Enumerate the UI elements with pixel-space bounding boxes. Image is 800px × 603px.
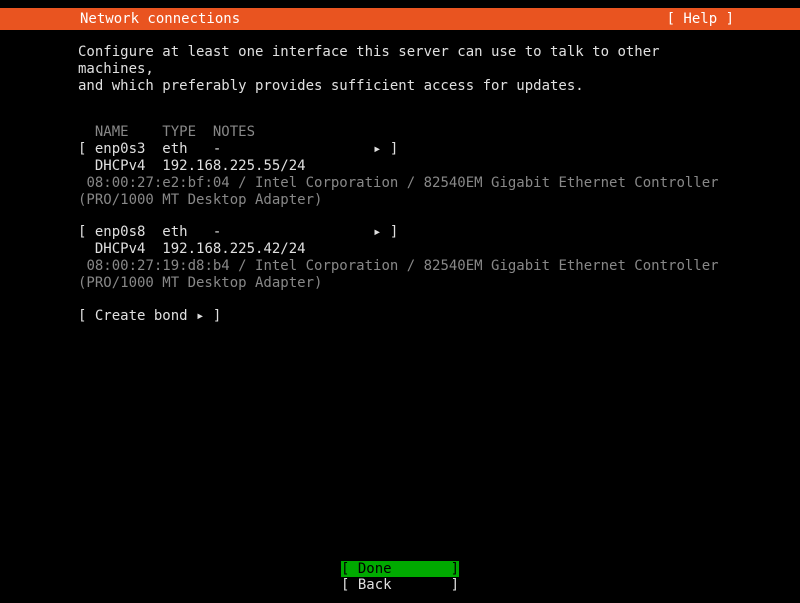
- interface-block-0: [ enp0s3 eth - ▸ ] DHCPv4 192.168.225.55…: [78, 141, 722, 208]
- create-bond-label: Create bond: [95, 308, 188, 324]
- interface-row-1[interactable]: [ enp0s8 eth - ▸ ]: [78, 224, 722, 241]
- col-name: NAME: [95, 124, 129, 140]
- dhcp-ip: 192.168.225.42/24: [162, 241, 305, 257]
- footer-buttons: [ Done ] [ Back ]: [0, 561, 800, 593]
- interface-details-0: 08:00:27:e2:bf:04 / Intel Corporation / …: [78, 175, 722, 209]
- interface-row-0[interactable]: [ enp0s3 eth - ▸ ]: [78, 141, 722, 158]
- chevron-right-icon: ▸: [196, 308, 204, 325]
- header-bar: Network connections [ Help ]: [0, 8, 800, 30]
- dhcp-label: DHCPv4: [95, 158, 146, 174]
- create-bond-button[interactable]: [ Create bond ▸ ]: [78, 308, 722, 325]
- content-area: Configure at least one interface this se…: [0, 30, 800, 324]
- iface-type: eth: [162, 141, 187, 157]
- iface-name: enp0s3: [95, 141, 146, 157]
- interfaces-table: NAME TYPE NOTES [ enp0s3 eth - ▸ ] DHCPv…: [78, 124, 722, 324]
- page-title: Network connections: [8, 11, 240, 27]
- done-label: Done: [358, 561, 392, 577]
- chevron-right-icon: ▸: [373, 141, 381, 158]
- iface-notes: -: [213, 141, 221, 157]
- dhcp-ip: 192.168.225.55/24: [162, 158, 305, 174]
- iface-notes: -: [213, 224, 221, 240]
- dhcp-label: DHCPv4: [95, 241, 146, 257]
- help-button[interactable]: [ Help ]: [667, 11, 792, 27]
- interface-dhcp-1: DHCPv4 192.168.225.42/24: [78, 241, 722, 258]
- col-notes: NOTES: [213, 124, 255, 140]
- instruction-text: Configure at least one interface this se…: [78, 44, 722, 94]
- back-label: Back: [358, 577, 392, 593]
- back-button[interactable]: [ Back ]: [341, 577, 459, 593]
- iface-type: eth: [162, 224, 187, 240]
- done-button[interactable]: [ Done ]: [341, 561, 459, 577]
- col-type: TYPE: [162, 124, 196, 140]
- iface-name: enp0s8: [95, 224, 146, 240]
- interface-block-1: [ enp0s8 eth - ▸ ] DHCPv4 192.168.225.42…: [78, 224, 722, 291]
- table-header-row: NAME TYPE NOTES: [78, 124, 722, 141]
- interface-dhcp-0: DHCPv4 192.168.225.55/24: [78, 158, 722, 175]
- interface-details-1: 08:00:27:19:d8:b4 / Intel Corporation / …: [78, 258, 722, 292]
- chevron-right-icon: ▸: [373, 224, 381, 241]
